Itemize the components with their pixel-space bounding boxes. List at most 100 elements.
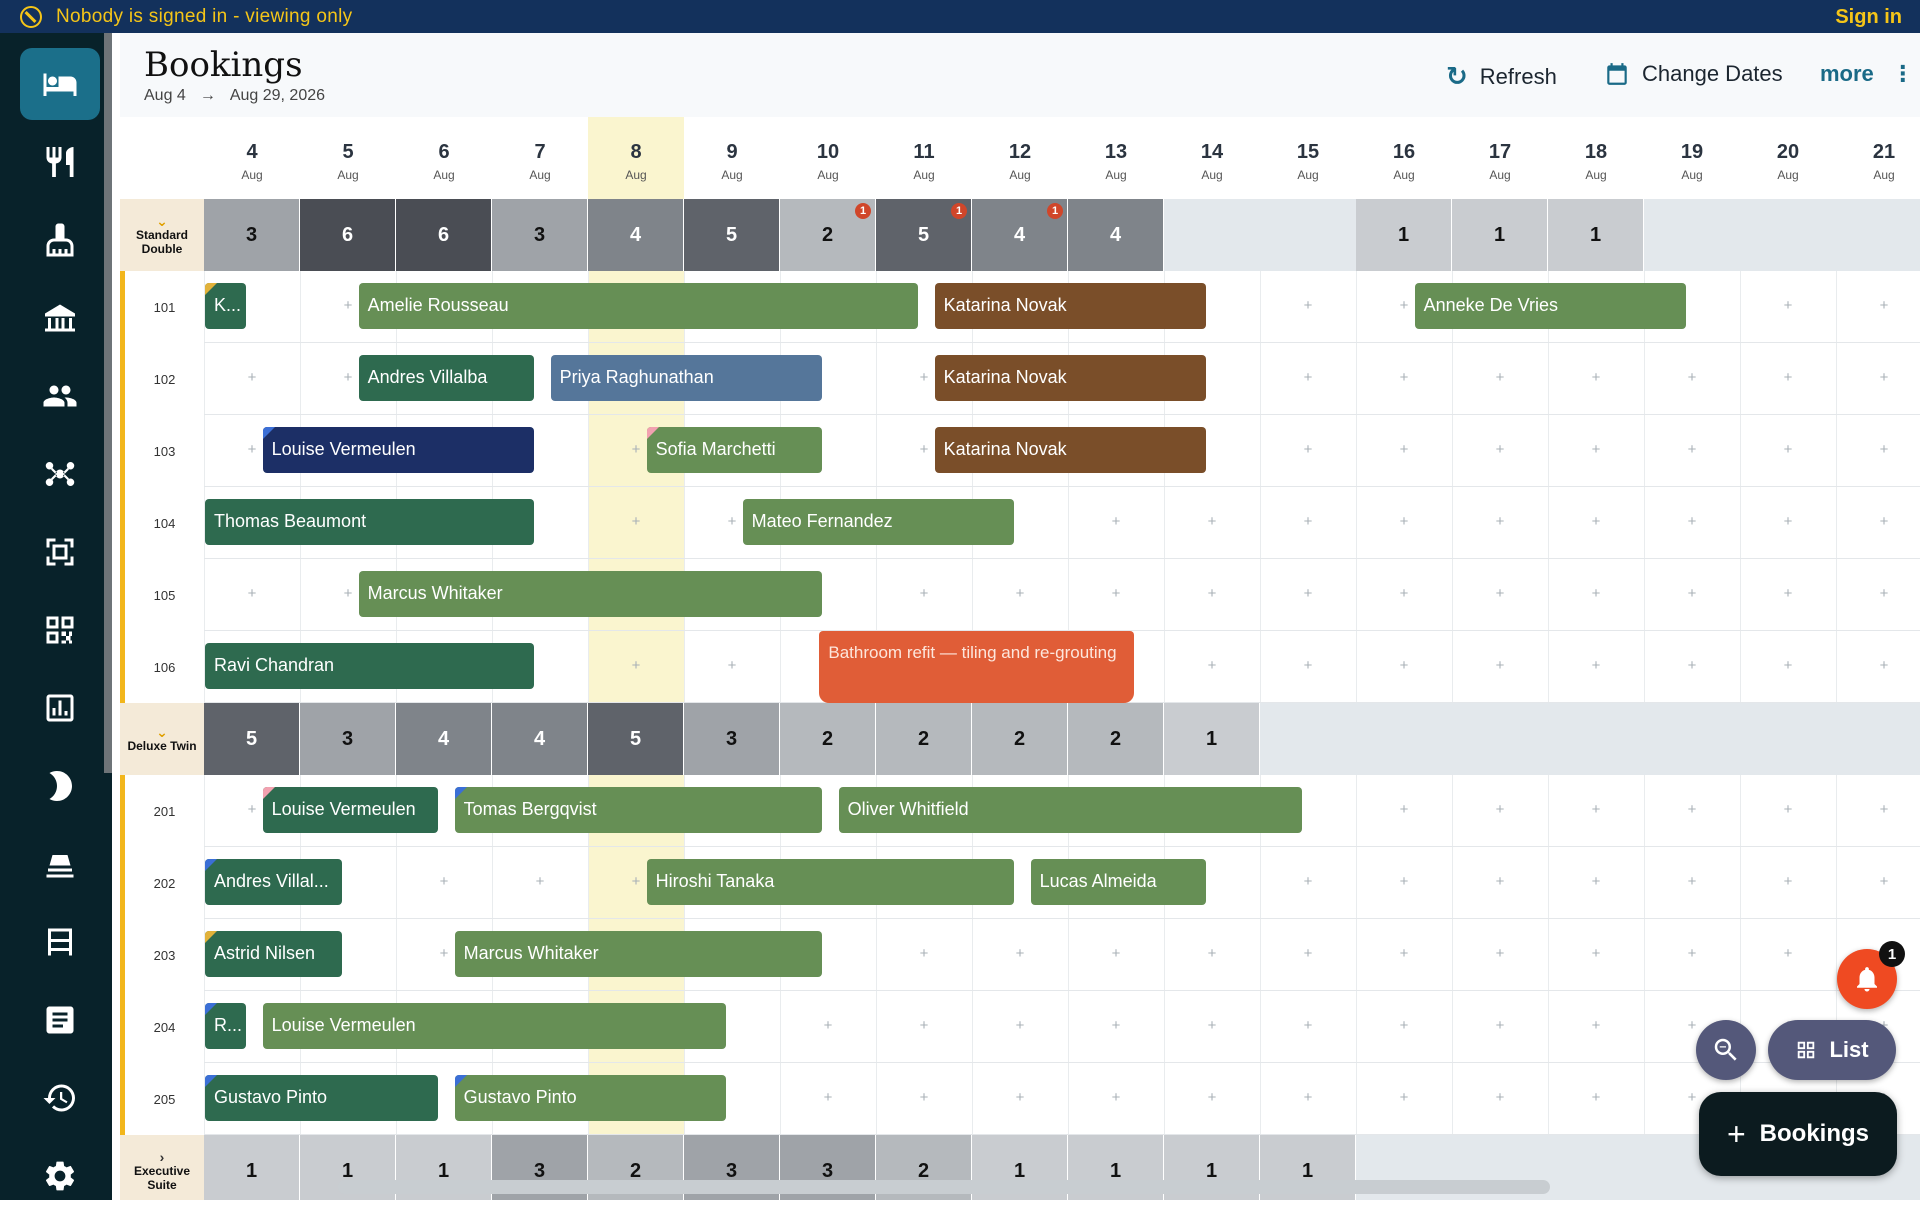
add-booking-plus[interactable]: + [1586, 873, 1606, 890]
add-booking-plus[interactable]: + [1778, 801, 1798, 818]
add-booking-plus[interactable]: + [914, 1017, 934, 1034]
add-booking-plus[interactable]: + [1874, 801, 1894, 818]
add-booking-plus[interactable]: + [1874, 369, 1894, 386]
availability-cell[interactable]: 5 [588, 703, 684, 775]
booking-bar[interactable]: Louise Vermeulen [262, 427, 535, 473]
horizontal-scrollbar[interactable] [338, 1180, 1550, 1194]
add-booking-plus[interactable]: + [1490, 801, 1510, 818]
day-header[interactable]: 8 Aug [588, 117, 684, 199]
booking-bar[interactable]: Gustavo Pinto [454, 1075, 727, 1121]
booking-bar[interactable]: Tomas Bergqvist [454, 787, 823, 833]
add-booking-plus[interactable]: + [1490, 369, 1510, 386]
add-booking-plus[interactable]: + [1874, 657, 1894, 674]
availability-cell[interactable]: 41 [972, 199, 1068, 271]
add-booking-plus[interactable]: + [1874, 873, 1894, 890]
availability-cell[interactable]: 2 [876, 703, 972, 775]
day-header[interactable]: 10 Aug [780, 117, 876, 199]
availability-cell[interactable]: 51 [876, 199, 972, 271]
add-booking-plus[interactable]: + [1586, 1089, 1606, 1106]
add-booking-plus[interactable]: + [1298, 1089, 1318, 1106]
add-booking-plus[interactable]: + [1298, 297, 1318, 314]
add-booking-plus[interactable]: + [914, 945, 934, 962]
nav-scanner[interactable] [20, 516, 100, 588]
add-booking-plus[interactable]: + [1490, 1017, 1510, 1034]
add-booking-plus[interactable]: + [914, 1089, 934, 1106]
more-button[interactable]: more ⋮ [1820, 61, 1914, 87]
availability-cell[interactable]: 4 [588, 199, 684, 271]
room-type-label[interactable]: ⌄ Standard Double [120, 199, 204, 271]
add-booking-plus[interactable]: + [1298, 369, 1318, 386]
booking-bar[interactable]: Louise Vermeulen [262, 787, 439, 833]
room-number[interactable]: 106 [120, 631, 204, 703]
availability-cell[interactable]: 21 [780, 199, 876, 271]
booking-bar[interactable]: Marcus Whitaker [454, 931, 823, 977]
add-booking-plus[interactable]: + [1298, 873, 1318, 890]
day-header[interactable]: 17 Aug [1452, 117, 1548, 199]
day-header[interactable]: 19 Aug [1644, 117, 1740, 199]
add-booking-plus[interactable]: + [1010, 1089, 1030, 1106]
add-booking-plus[interactable]: + [1586, 801, 1606, 818]
booking-bar[interactable]: R... [205, 1003, 247, 1049]
add-booking-plus[interactable]: + [1874, 513, 1894, 530]
add-booking-plus[interactable]: + [1394, 1089, 1414, 1106]
day-header[interactable]: 15 Aug [1260, 117, 1356, 199]
add-booking-plus[interactable]: + [1202, 945, 1222, 962]
nav-reports[interactable] [20, 672, 100, 744]
booking-bar[interactable]: Andres Villal... [205, 859, 343, 905]
room-number[interactable]: 102 [120, 343, 204, 415]
add-booking-plus[interactable]: + [1490, 873, 1510, 890]
nav-bed[interactable] [20, 48, 100, 120]
nav-cleaning[interactable] [20, 204, 100, 276]
nav-qr[interactable] [20, 594, 100, 666]
availability-cell[interactable]: 1 [1452, 199, 1548, 271]
booking-bar[interactable]: Andres Villalba [358, 355, 535, 401]
booking-bar[interactable]: Katarina Novak [934, 283, 1207, 329]
add-booking-plus[interactable]: + [434, 945, 454, 962]
add-booking-plus[interactable]: + [1298, 513, 1318, 530]
notifications-button[interactable]: 1 [1837, 941, 1905, 1009]
add-booking-plus[interactable]: + [1394, 1017, 1414, 1034]
room-number[interactable]: 104 [120, 487, 204, 559]
booking-bar[interactable]: Sofia Marchetti [646, 427, 823, 473]
add-booking-plus[interactable]: + [1586, 369, 1606, 386]
add-booking-plus[interactable]: + [1106, 1089, 1126, 1106]
day-header[interactable]: 9 Aug [684, 117, 780, 199]
day-header[interactable]: 11 Aug [876, 117, 972, 199]
add-booking-plus[interactable]: + [626, 657, 646, 674]
add-booking-plus[interactable]: + [1106, 945, 1126, 962]
booking-bar[interactable]: Thomas Beaumont [205, 499, 535, 545]
change-dates-button[interactable]: Change Dates [1604, 61, 1783, 87]
refresh-button[interactable]: ↻ Refresh [1446, 61, 1557, 92]
add-booking-plus[interactable]: + [242, 441, 262, 458]
add-booking-plus[interactable]: + [626, 441, 646, 458]
day-header[interactable]: 14 Aug [1164, 117, 1260, 199]
room-type-label[interactable]: ⌄ Deluxe Twin [120, 703, 204, 775]
day-header[interactable]: 5 Aug [300, 117, 396, 199]
room-number[interactable]: 202 [120, 847, 204, 919]
availability-cell[interactable]: 1 [1356, 199, 1452, 271]
add-booking-plus[interactable]: + [1778, 369, 1798, 386]
room-number[interactable]: 103 [120, 415, 204, 487]
add-booking-plus[interactable]: + [1778, 441, 1798, 458]
sign-in-link[interactable]: Sign in [1835, 6, 1902, 29]
add-booking-plus[interactable]: + [338, 369, 358, 386]
add-booking-plus[interactable]: + [914, 441, 934, 458]
nav-settings[interactable] [20, 1140, 100, 1212]
day-header[interactable]: 16 Aug [1356, 117, 1452, 199]
availability-cell[interactable]: 6 [396, 199, 492, 271]
add-booking-plus[interactable]: + [1394, 801, 1414, 818]
day-header[interactable]: 20 Aug [1740, 117, 1836, 199]
add-booking-plus[interactable]: + [1394, 441, 1414, 458]
add-booking-plus[interactable]: + [1778, 585, 1798, 602]
add-booking-plus[interactable]: + [1682, 585, 1702, 602]
day-header[interactable]: 6 Aug [396, 117, 492, 199]
add-booking-plus[interactable]: + [1106, 1017, 1126, 1034]
booking-bar[interactable]: Amelie Rousseau [358, 283, 919, 329]
availability-cell[interactable]: 4 [1068, 199, 1164, 271]
add-booking-plus[interactable]: + [1394, 369, 1414, 386]
nav-invoices[interactable] [20, 984, 100, 1056]
add-booking-plus[interactable]: + [1298, 1017, 1318, 1034]
list-view-button[interactable]: List [1768, 1020, 1896, 1080]
day-header[interactable]: 7 Aug [492, 117, 588, 199]
room-number[interactable]: 201 [120, 775, 204, 847]
